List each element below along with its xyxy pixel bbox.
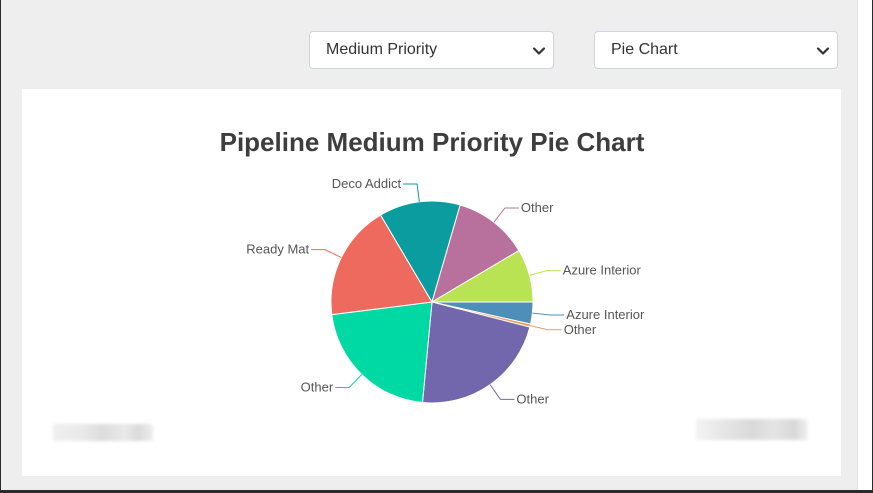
priority-select[interactable]: Medium Priority xyxy=(309,31,554,69)
chart-card: Pipeline Medium Priority Pie Chart Azure… xyxy=(22,89,841,476)
slice-label-azure-interior: Azure Interior xyxy=(563,263,642,278)
window-frame-right xyxy=(857,0,873,493)
slice-label-other: Other xyxy=(521,200,554,215)
slice-label-azure-interior: Azure Interior xyxy=(566,307,645,322)
window-frame-left xyxy=(0,0,1,493)
leader-line-other xyxy=(489,384,515,400)
leader-line-other xyxy=(335,374,363,388)
redacted-text-right xyxy=(696,419,808,440)
leader-line-deco-addict xyxy=(403,183,420,202)
chevron-down-icon xyxy=(816,47,830,55)
chart-title: Pipeline Medium Priority Pie Chart xyxy=(220,127,645,157)
slice-label-other: Other xyxy=(564,322,597,337)
leader-line-azure-interior xyxy=(532,312,565,316)
slice-label-other: Other xyxy=(301,379,334,394)
leader-line-other xyxy=(530,325,562,331)
slice-label-ready-mat: Ready Mat xyxy=(246,242,309,257)
priority-select-value: Medium Priority xyxy=(326,41,438,58)
chart-type-select[interactable]: Pie Chart xyxy=(594,31,838,69)
pie-chart: Pipeline Medium Priority Pie Chart Azure… xyxy=(220,127,645,406)
slice-label-other: Other xyxy=(516,391,549,406)
redacted-text-left xyxy=(53,424,153,441)
chart-type-select-value: Pie Chart xyxy=(611,41,678,58)
chevron-down-icon xyxy=(532,47,546,55)
leader-line-azure-interior xyxy=(529,270,561,276)
leader-line-other xyxy=(493,207,519,223)
leader-line-ready-mat xyxy=(311,249,342,259)
slice-label-deco-addict: Deco Addict xyxy=(332,176,402,191)
